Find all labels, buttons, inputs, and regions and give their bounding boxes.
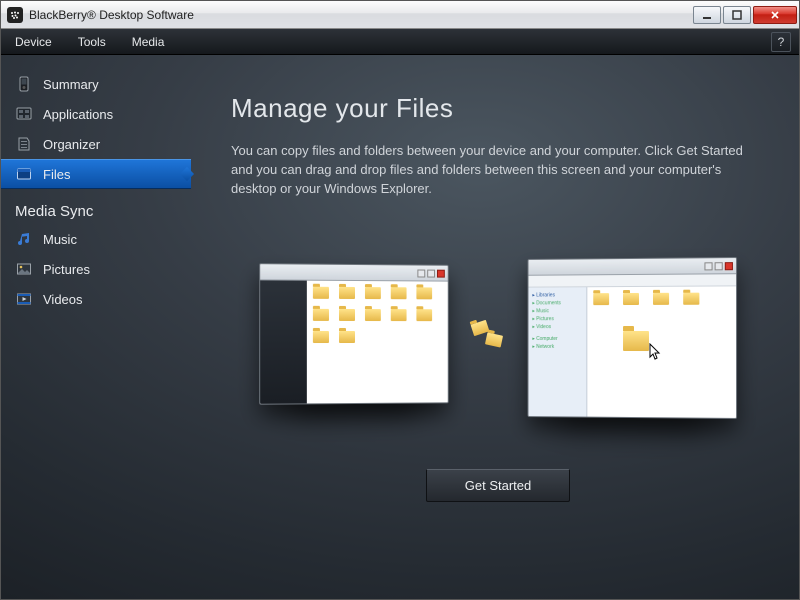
illustration-explorer-window: ▸ Libraries ▸ Documents ▸ Music ▸ Pictur… (528, 257, 738, 419)
get-started-button[interactable]: Get Started (426, 469, 570, 502)
illustration-transfer-icon (468, 318, 508, 358)
cta-row: Get Started (231, 469, 765, 502)
window-controls (693, 6, 797, 24)
music-icon (15, 231, 33, 247)
app-window: BlackBerry® Desktop Software Device Tool… (0, 0, 800, 600)
sidebar-item-label: Summary (43, 77, 99, 92)
applications-icon (15, 106, 33, 122)
sidebar: Summary Applications Organizer Files (1, 55, 191, 599)
menu-tools[interactable]: Tools (72, 32, 112, 52)
illustration: ▸ Libraries ▸ Documents ▸ Music ▸ Pictur… (231, 233, 765, 443)
page-description: You can copy files and folders between y… (231, 142, 751, 199)
title-bar: BlackBerry® Desktop Software (1, 1, 799, 29)
organizer-icon (15, 136, 33, 152)
sidebar-item-organizer[interactable]: Organizer (1, 129, 191, 159)
sidebar-item-pictures[interactable]: Pictures (1, 254, 191, 284)
menu-device[interactable]: Device (9, 32, 58, 52)
videos-icon (15, 291, 33, 307)
menu-bar: Device Tools Media ? (1, 29, 799, 55)
sidebar-item-label: Music (43, 232, 77, 247)
close-button[interactable] (753, 6, 797, 24)
sidebar-section-media: Media Sync (1, 189, 191, 224)
main-content: Manage your Files You can copy files and… (191, 55, 799, 599)
pictures-icon (15, 261, 33, 277)
sidebar-item-label: Organizer (43, 137, 100, 152)
device-icon (15, 76, 33, 92)
help-button[interactable]: ? (771, 32, 791, 52)
cursor-icon (649, 343, 663, 361)
maximize-button[interactable] (723, 6, 751, 24)
sidebar-item-videos[interactable]: Videos (1, 284, 191, 314)
minimize-button[interactable] (693, 6, 721, 24)
illustration-device-window (259, 263, 449, 405)
menu-media[interactable]: Media (126, 32, 171, 52)
blackberry-icon (7, 7, 23, 23)
sidebar-item-label: Files (43, 167, 70, 182)
files-icon (15, 166, 33, 182)
sidebar-item-summary[interactable]: Summary (1, 69, 191, 99)
sidebar-item-label: Videos (43, 292, 83, 307)
sidebar-item-applications[interactable]: Applications (1, 99, 191, 129)
sidebar-item-files[interactable]: Files (1, 159, 191, 189)
sidebar-item-label: Pictures (43, 262, 90, 277)
sidebar-item-label: Applications (43, 107, 113, 122)
body: Summary Applications Organizer Files (1, 55, 799, 599)
window-title: BlackBerry® Desktop Software (29, 8, 693, 22)
sidebar-item-music[interactable]: Music (1, 224, 191, 254)
page-title: Manage your Files (231, 93, 765, 124)
